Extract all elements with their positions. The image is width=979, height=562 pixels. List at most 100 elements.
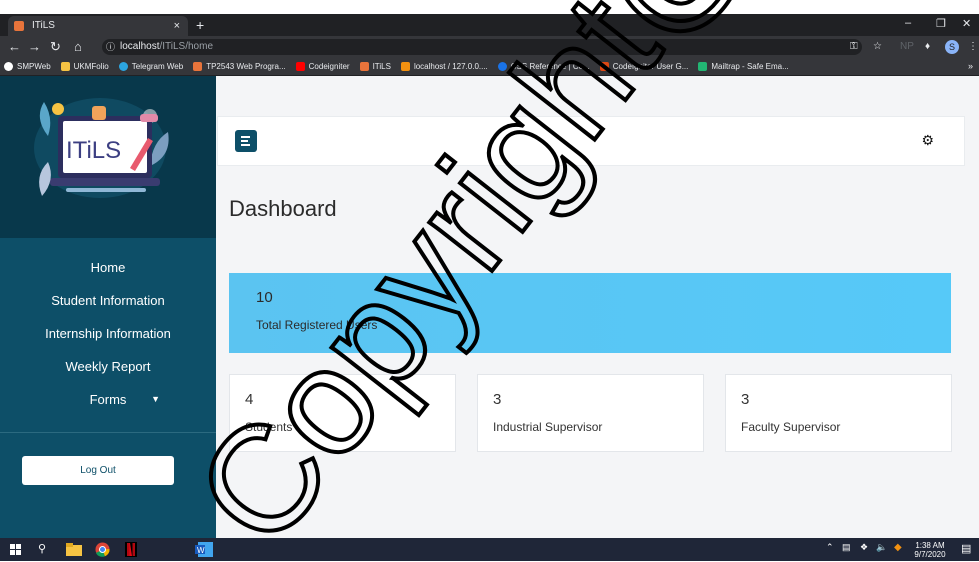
new-tab-button[interactable]: + xyxy=(196,16,204,34)
bookmark-item[interactable]: CSS Reference | Co... xyxy=(497,62,590,71)
bookmark-item[interactable]: UKMFolio xyxy=(60,62,109,71)
bookmark-label: Telegram Web xyxy=(131,62,184,71)
bookmark-label: SMPWeb xyxy=(17,62,51,71)
total-users-count: 10 xyxy=(256,289,273,306)
bookmark-item[interactable]: CodeIgniter User G... xyxy=(599,62,688,71)
total-users-label: Total Registered Users xyxy=(256,318,378,332)
forward-icon[interactable]: → xyxy=(28,39,41,55)
clock-date: 9/7/2020 xyxy=(914,550,946,559)
url-field[interactable]: ⓘ localhost/ITiLS/home xyxy=(102,39,862,55)
back-icon[interactable]: ← xyxy=(8,39,21,55)
word-icon[interactable]: W xyxy=(195,542,213,557)
faculty-supervisor-card: 3 Faculty Supervisor xyxy=(725,374,952,452)
key-icon[interactable]: ⚿ xyxy=(850,40,858,54)
industrial-supervisor-count: 3 xyxy=(493,391,502,408)
sidebar-item-label: Home xyxy=(90,260,126,275)
menu-kebab-icon[interactable]: ⋮ xyxy=(968,40,978,54)
app-page: ITiLS Home Student Information Internshi… xyxy=(0,76,979,538)
caret-down-icon: ▼ xyxy=(151,394,160,404)
tray-chevron-icon[interactable]: ⌃ xyxy=(826,542,834,557)
sidebar-item-label: Internship Information xyxy=(45,326,171,341)
bookmark-item[interactable]: Codeigniter xyxy=(295,62,350,71)
reload-icon[interactable]: ↻ xyxy=(50,39,61,55)
home-icon[interactable]: ⌂ xyxy=(74,39,82,55)
sidebar-item-student-information[interactable]: Student Information xyxy=(0,284,216,317)
site-info-icon[interactable]: ⓘ xyxy=(106,39,115,55)
bookmark-label: ITiLS xyxy=(372,62,391,71)
netflix-icon[interactable] xyxy=(125,542,139,557)
sidebar-item-label: Weekly Report xyxy=(65,359,151,374)
sidebar-item-forms[interactable]: Forms ▼ xyxy=(0,383,216,416)
itils-favicon-icon xyxy=(14,21,24,31)
clock-time: 1:38 AM xyxy=(915,541,945,550)
bookmark-label: localhost / 127.0.0.... xyxy=(413,62,488,71)
wifi-icon[interactable]: ❖ xyxy=(860,542,868,557)
volume-icon[interactable]: 🔈 xyxy=(876,542,887,557)
extensions-icon[interactable]: ♦ xyxy=(925,40,930,54)
students-card: 4 Students xyxy=(229,374,456,452)
top-navbar: ⚙ xyxy=(217,116,965,166)
bookmark-favicon-icon xyxy=(193,62,203,71)
restore-icon[interactable]: ❐ xyxy=(936,17,946,30)
gear-icon[interactable]: ⚙ xyxy=(921,132,934,149)
minimize-icon[interactable]: – xyxy=(905,17,911,29)
sidebar-item-internship-information[interactable]: Internship Information xyxy=(0,317,216,350)
url-host: localhost xyxy=(120,41,160,52)
tab-strip: ITiLS × + – ❐ ✕ xyxy=(0,14,979,36)
sidebar-item-weekly-report[interactable]: Weekly Report xyxy=(0,350,216,383)
menu-bar-icon xyxy=(241,144,250,146)
tab-itils[interactable]: ITiLS × xyxy=(8,16,188,36)
bookmark-item[interactable]: Mailtrap - Safe Ema... xyxy=(698,62,789,71)
close-window-icon[interactable]: ✕ xyxy=(962,17,971,30)
sidebar: ITiLS Home Student Information Internshi… xyxy=(0,76,216,538)
browser-window: ITiLS × + – ❐ ✕ ← → ↻ ⌂ ⓘ localhost/ITiL… xyxy=(0,14,979,538)
bookmark-item[interactable]: Telegram Web xyxy=(118,62,184,71)
bookmark-favicon-icon xyxy=(118,62,128,71)
bookmark-item[interactable]: ITiLS xyxy=(359,62,391,71)
sidebar-item-home[interactable]: Home xyxy=(0,251,216,284)
np-extension-icon[interactable]: NP xyxy=(900,40,914,54)
industrial-supervisor-label: Industrial Supervisor xyxy=(493,420,603,434)
logo-text: ITiLS xyxy=(66,137,121,164)
tab-close-icon[interactable]: × xyxy=(174,16,180,36)
bookmarks-overflow-icon[interactable]: » xyxy=(968,61,973,71)
sidebar-item-label: Student Information xyxy=(51,293,165,308)
notifications-icon[interactable]: ▤ xyxy=(961,542,971,557)
page-title: Dashboard xyxy=(229,196,337,221)
sidebar-toggle-button[interactable] xyxy=(235,130,257,152)
sidebar-divider xyxy=(0,432,216,433)
tab-title: ITiLS xyxy=(32,20,55,31)
bookmark-label: CSS Reference | Co... xyxy=(510,62,590,71)
clock[interactable]: 1:38 AM 9/7/2020 xyxy=(910,541,950,559)
svg-text:W: W xyxy=(197,546,205,555)
star-icon[interactable]: ☆ xyxy=(873,40,882,54)
bookmark-label: Codeigniter xyxy=(308,62,350,71)
sidebar-nav: Home Student Information Internship Info… xyxy=(0,251,216,416)
students-count: 4 xyxy=(245,391,254,408)
menu-bar-icon xyxy=(241,140,248,142)
profile-avatar[interactable]: S xyxy=(945,40,959,54)
windows-start-icon[interactable] xyxy=(10,542,22,557)
industrial-supervisor-card: 3 Industrial Supervisor xyxy=(477,374,704,452)
file-explorer-icon[interactable] xyxy=(66,542,82,557)
app-tray-icon[interactable]: ◆ xyxy=(894,542,902,557)
faculty-supervisor-label: Faculty Supervisor xyxy=(741,420,841,434)
menu-bar-icon xyxy=(241,136,250,138)
bookmark-item[interactable]: TP2543 Web Progra... xyxy=(193,62,286,71)
bookmark-favicon-icon xyxy=(4,62,13,71)
chrome-icon[interactable] xyxy=(95,542,111,557)
bookmark-label: TP2543 Web Progra... xyxy=(206,62,286,71)
logout-button[interactable]: Log Out xyxy=(22,456,174,485)
bookmark-item[interactable]: localhost / 127.0.0.... xyxy=(400,62,488,71)
url-path: /ITiLS/home xyxy=(159,41,214,52)
search-icon[interactable]: ⚲ xyxy=(38,542,52,557)
total-users-card: 10 Total Registered Users xyxy=(229,273,951,353)
bookmark-favicon-icon xyxy=(60,62,70,71)
bookmark-label: Mailtrap - Safe Ema... xyxy=(711,62,789,71)
bookmark-favicon-icon xyxy=(400,62,410,71)
bookmark-label: UKMFolio xyxy=(73,62,109,71)
network-icon[interactable]: ▤ xyxy=(842,542,851,557)
bookmark-favicon-icon xyxy=(359,62,369,71)
bookmark-favicon-icon xyxy=(295,62,305,71)
bookmark-item[interactable]: SMPWeb xyxy=(4,62,51,71)
